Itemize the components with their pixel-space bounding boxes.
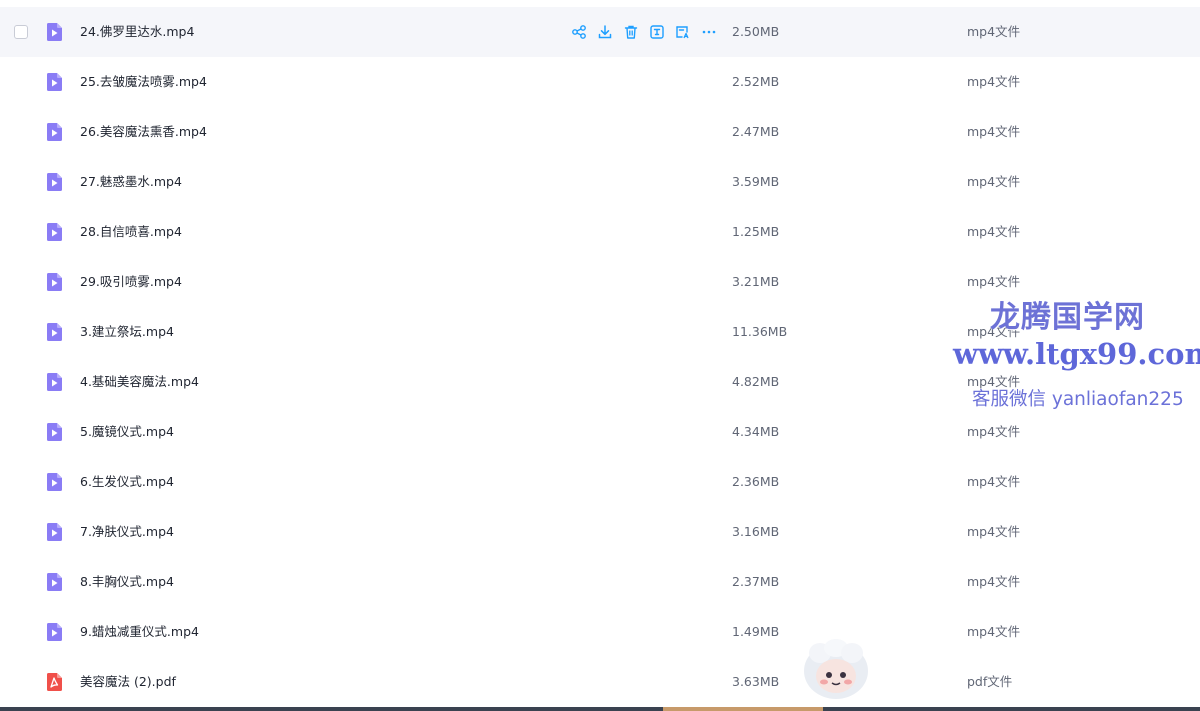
file-name[interactable]: 25.去皱魔法喷雾.mp4	[80, 57, 207, 107]
file-name[interactable]: 7.净肤仪式.mp4	[80, 507, 174, 557]
file-type: pdf文件	[967, 674, 1013, 689]
file-row[interactable]: 25.去皱魔法喷雾.mp4 2.52MB mp4文件	[0, 57, 1200, 107]
file-size: 2.36MB	[732, 474, 780, 489]
file-size: 1.49MB	[732, 624, 780, 639]
file-type: mp4文件	[967, 624, 1021, 639]
video-file-icon	[44, 172, 64, 192]
file-type: mp4文件	[967, 324, 1021, 339]
file-size: 2.37MB	[732, 574, 780, 589]
taskbar-strip	[0, 707, 1200, 711]
file-name[interactable]: 3.建立祭坛.mp4	[80, 307, 174, 357]
file-type: mp4文件	[967, 474, 1021, 489]
file-type: mp4文件	[967, 74, 1021, 89]
video-file-icon	[44, 472, 64, 492]
file-row[interactable]: 24.佛罗里达水.mp4 2.50MB mp4文件	[0, 7, 1200, 57]
file-row[interactable]: 6.生发仪式.mp4 2.36MB mp4文件	[0, 457, 1200, 507]
file-row[interactable]: 28.自信喷喜.mp4 1.25MB mp4文件	[0, 207, 1200, 257]
file-name[interactable]: 26.美容魔法熏香.mp4	[80, 107, 207, 157]
taskbar-accent	[663, 707, 823, 711]
video-file-icon	[44, 122, 64, 142]
file-type: mp4文件	[967, 174, 1021, 189]
file-name[interactable]: 4.基础美容魔法.mp4	[80, 357, 199, 407]
file-size: 4.82MB	[732, 374, 780, 389]
video-file-icon	[44, 22, 64, 42]
file-row[interactable]: 7.净肤仪式.mp4 3.16MB mp4文件	[0, 507, 1200, 557]
video-file-icon	[44, 422, 64, 442]
video-file-icon	[44, 622, 64, 642]
file-row[interactable]: 8.丰胸仪式.mp4 2.37MB mp4文件	[0, 557, 1200, 607]
assistant-mascot[interactable]	[800, 638, 872, 704]
delete-icon[interactable]	[622, 23, 640, 41]
pdf-file-icon	[44, 672, 64, 692]
file-name[interactable]: 美容魔法 (2).pdf	[80, 657, 176, 707]
file-type: mp4文件	[967, 524, 1021, 539]
file-size: 3.16MB	[732, 524, 780, 539]
video-file-icon	[44, 272, 64, 292]
file-name[interactable]: 8.丰胸仪式.mp4	[80, 557, 174, 607]
file-size: 2.50MB	[732, 24, 780, 39]
file-type: mp4文件	[967, 574, 1021, 589]
file-type: mp4文件	[967, 224, 1021, 239]
file-size: 2.52MB	[732, 74, 780, 89]
video-file-icon	[44, 322, 64, 342]
file-row[interactable]: 5.魔镜仪式.mp4 4.34MB mp4文件	[0, 407, 1200, 457]
file-name[interactable]: 27.魅惑墨水.mp4	[80, 157, 182, 207]
download-icon[interactable]	[596, 23, 614, 41]
file-name[interactable]: 28.自信喷喜.mp4	[80, 207, 182, 257]
file-row[interactable]: 4.基础美容魔法.mp4 4.82MB mp4文件	[0, 357, 1200, 407]
file-row[interactable]: 27.魅惑墨水.mp4 3.59MB mp4文件	[0, 157, 1200, 207]
file-row[interactable]: 3.建立祭坛.mp4 11.36MB mp4文件	[0, 307, 1200, 357]
file-size: 3.59MB	[732, 174, 780, 189]
file-type: mp4文件	[967, 374, 1021, 389]
file-list: 24.佛罗里达水.mp4 2.50MB mp4文件 25.去皱魔法喷雾.mp4 2.52…	[0, 7, 1200, 707]
file-name[interactable]: 29.吸引喷雾.mp4	[80, 257, 182, 307]
file-row[interactable]: 9.蜡烛减重仪式.mp4 1.49MB mp4文件	[0, 607, 1200, 657]
video-file-icon	[44, 72, 64, 92]
video-file-icon	[44, 222, 64, 242]
video-file-icon	[44, 522, 64, 542]
file-row[interactable]: 美容魔法 (2).pdf 3.63MB pdf文件	[0, 657, 1200, 707]
file-name[interactable]: 5.魔镜仪式.mp4	[80, 407, 174, 457]
file-size: 11.36MB	[732, 324, 788, 339]
file-size: 3.63MB	[732, 674, 780, 689]
file-name[interactable]: 24.佛罗里达水.mp4	[80, 7, 194, 57]
file-name[interactable]: 9.蜡烛减重仪式.mp4	[80, 607, 199, 657]
file-size: 3.21MB	[732, 274, 780, 289]
file-row[interactable]: 26.美容魔法熏香.mp4 2.47MB mp4文件	[0, 107, 1200, 157]
more-icon[interactable]	[700, 23, 718, 41]
share-icon[interactable]	[570, 23, 588, 41]
file-type: mp4文件	[967, 24, 1021, 39]
file-type: mp4文件	[967, 274, 1021, 289]
file-size: 2.47MB	[732, 124, 780, 139]
video-file-icon	[44, 572, 64, 592]
move-icon[interactable]	[674, 23, 692, 41]
file-row[interactable]: 29.吸引喷雾.mp4 3.21MB mp4文件	[0, 257, 1200, 307]
row-checkbox[interactable]	[14, 25, 28, 39]
video-file-icon	[44, 372, 64, 392]
file-name[interactable]: 6.生发仪式.mp4	[80, 457, 174, 507]
file-type: mp4文件	[967, 124, 1021, 139]
file-size: 4.34MB	[732, 424, 780, 439]
rename-icon[interactable]	[648, 23, 666, 41]
row-actions	[570, 23, 718, 41]
file-type: mp4文件	[967, 424, 1021, 439]
file-size: 1.25MB	[732, 224, 780, 239]
